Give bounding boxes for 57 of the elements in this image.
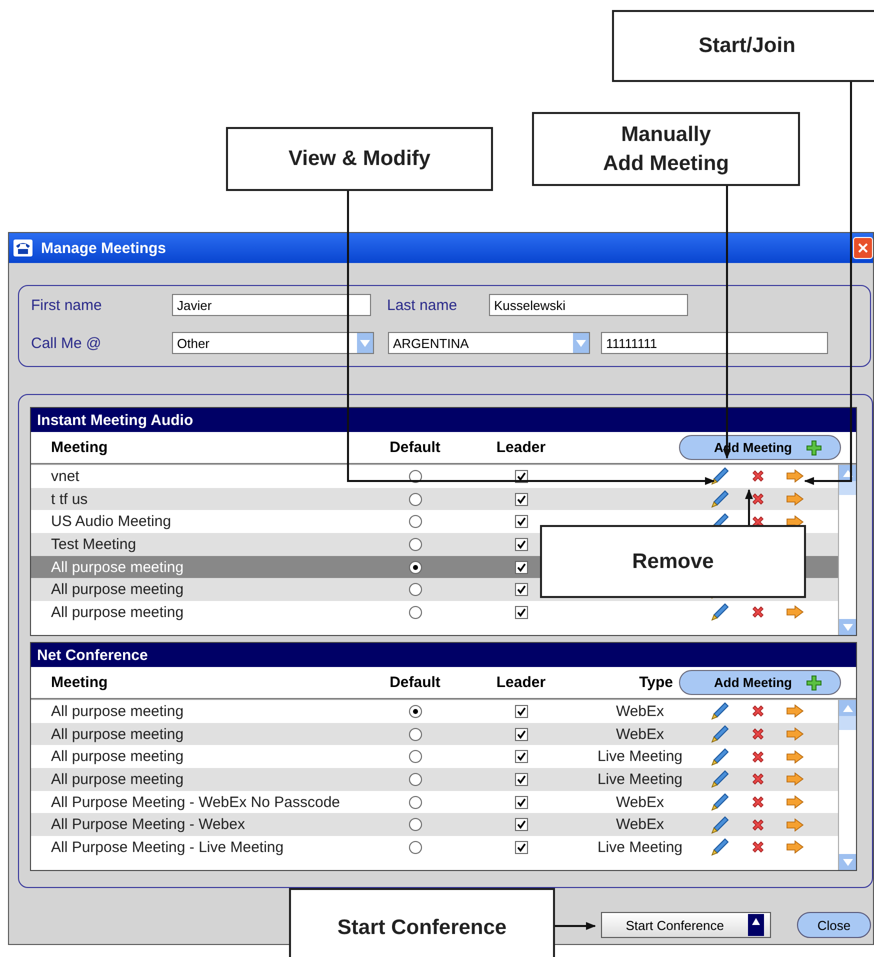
callout-tooltip: Remove <box>540 525 806 598</box>
column-header: Leader <box>496 674 546 691</box>
callout-tooltip: Start Conference <box>289 888 555 957</box>
table-cell-text: All purpose meeting <box>50 726 185 743</box>
table-row[interactable]: All Purpose Meeting - Live Meeting Live Meeting <box>31 836 838 859</box>
column-header: Meeting <box>50 674 109 691</box>
column-header: Meeting <box>50 439 109 456</box>
window-title: Manage Meetings <box>41 240 168 256</box>
table-cell-text: All purpose meeting <box>50 748 185 766</box>
table-cell-text: US Audio Meeting <box>50 513 172 530</box>
table-cell: WebEx <box>616 816 664 834</box>
column-header: Default <box>390 439 440 456</box>
field-label: Last name <box>387 296 458 314</box>
column-header: Leader <box>496 439 546 456</box>
add-meeting-button[interactable]: Add Meeting <box>679 670 841 695</box>
dropdown[interactable]: ARGENTINA <box>388 332 590 354</box>
callout-tooltip: View & Modify <box>226 127 493 191</box>
field-label: Call Me @ <box>31 334 102 352</box>
input-field[interactable]: Kusselewski <box>489 294 688 316</box>
table-cell: Live Meeting <box>597 770 683 788</box>
table-cell-text: All purpose meeting <box>50 558 185 576</box>
input-field[interactable]: 11111111 <box>601 332 828 354</box>
table-row[interactable]: All Purpose Meeting - WebEx No Passcode WebEx <box>31 790 838 814</box>
table-cell: Live Meeting <box>597 838 683 856</box>
section-header: Net Conference <box>31 643 856 667</box>
table-cell-text: All purpose meeting <box>50 604 185 621</box>
table-cell-text: Test Meeting <box>50 536 138 553</box>
input-field[interactable]: Javier <box>172 294 371 316</box>
table-cell: WebEx <box>616 726 664 743</box>
table-cell-text: All Purpose Meeting - Live Meeting <box>50 838 285 856</box>
table-cell: WebEx <box>616 702 664 720</box>
table-row[interactable]: All purpose meeting Live Meeting <box>31 768 838 791</box>
callout-tooltip: Start/Join <box>612 10 874 82</box>
table-cell: Live Meeting <box>597 748 683 766</box>
table-row[interactable]: All purpose meeting WebEx <box>31 722 838 746</box>
table-row[interactable]: All Purpose Meeting - Webex WebEx <box>31 813 838 836</box>
table-cell-text: All purpose meeting <box>50 581 185 598</box>
start-conference-button[interactable]: Start Conference <box>600 912 771 938</box>
table-row[interactable]: All purpose meeting <box>31 601 838 624</box>
field-label: First name <box>31 296 103 314</box>
callout-tooltip: Manually Add Meeting <box>532 112 800 186</box>
dropdown[interactable]: Other <box>172 332 374 354</box>
column-header: Type <box>639 674 674 691</box>
table-cell-text: All purpose meeting <box>50 770 185 788</box>
table-cell-text: All Purpose Meeting - Webex <box>50 816 246 834</box>
section-header: Instant Meeting Audio <box>31 408 856 432</box>
table-row[interactable]: All purpose meeting Live Meeting <box>31 745 838 768</box>
table-row[interactable]: vnet <box>31 465 838 488</box>
table-row[interactable]: All purpose meeting WebEx <box>31 700 838 723</box>
table-cell-text: All Purpose Meeting - WebEx No Passcode <box>50 794 342 811</box>
table-cell-text: t tf us <box>50 490 89 508</box>
table-cell: WebEx <box>616 794 664 811</box>
table-cell-text: All purpose meeting <box>50 702 185 720</box>
table-row[interactable]: t tf us <box>31 488 838 510</box>
close-button[interactable]: Close <box>797 912 871 938</box>
table-cell-text: vnet <box>50 468 80 485</box>
column-header: Default <box>390 674 440 691</box>
